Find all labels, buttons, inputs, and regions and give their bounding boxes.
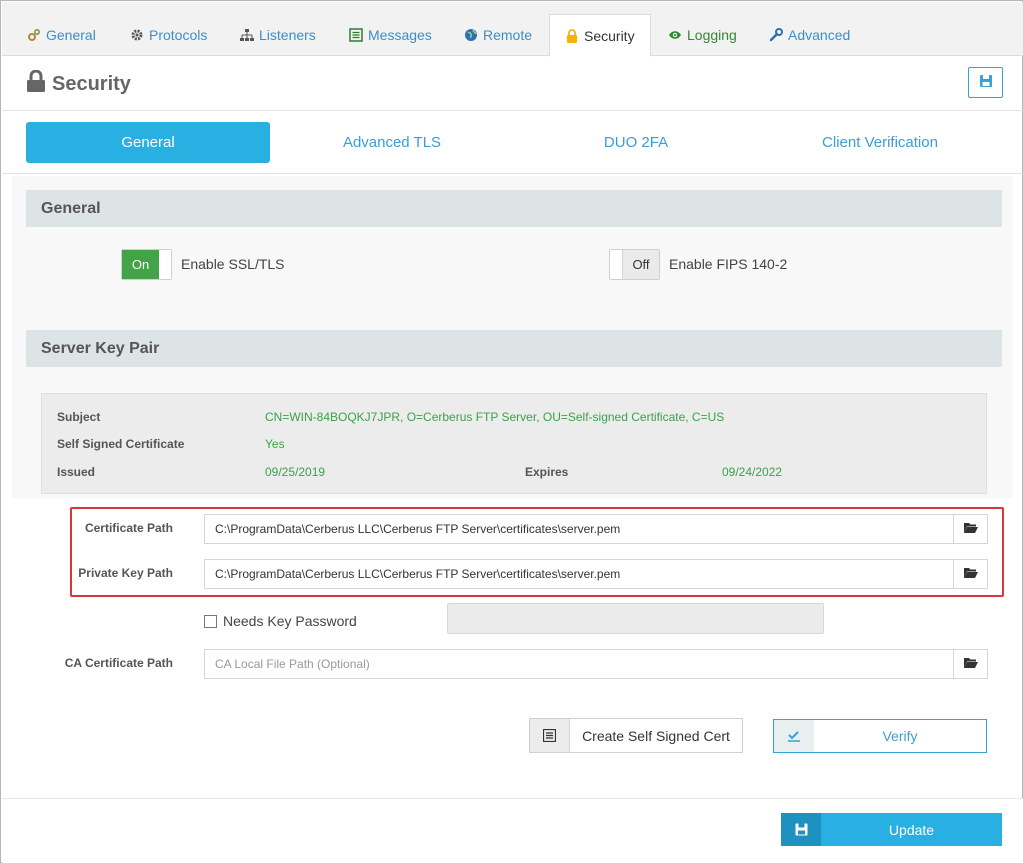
tab-advanced[interactable]: Advanced bbox=[769, 14, 850, 56]
tab-logging[interactable]: Logging bbox=[668, 14, 737, 56]
tab-protocols[interactable]: Protocols bbox=[130, 14, 207, 56]
update-label: Update bbox=[888, 821, 935, 838]
save-button[interactable] bbox=[968, 67, 1003, 98]
ca-path-label: CA Certificate Path bbox=[64, 656, 173, 670]
folder-open-icon bbox=[963, 656, 979, 672]
section-header-key-pair: Server Key Pair bbox=[26, 330, 1002, 367]
toggle-state: On bbox=[122, 250, 159, 279]
tab-label: Listeners bbox=[259, 27, 316, 43]
subtab-duo-2fa[interactable]: DUO 2FA bbox=[514, 122, 758, 163]
subject-value: CN=WIN-84BOQKJ7JPR, O=Cerberus FTP Serve… bbox=[265, 410, 725, 424]
subtab-advanced-tls[interactable]: Advanced TLS bbox=[270, 122, 514, 163]
lock-icon bbox=[26, 69, 46, 95]
list-icon bbox=[530, 719, 570, 752]
needs-password-label: Needs Key Password bbox=[223, 613, 357, 629]
lock-icon bbox=[565, 28, 579, 43]
list-icon bbox=[349, 28, 363, 42]
toggle-state: Off bbox=[623, 250, 659, 279]
tab-general[interactable]: General bbox=[27, 14, 96, 56]
self-signed-label: Self Signed Certificate bbox=[57, 437, 185, 451]
needs-password-checkbox[interactable] bbox=[204, 615, 217, 628]
certificate-info: Subject CN=WIN-84BOQKJ7JPR, O=Cerberus F… bbox=[41, 393, 987, 494]
section-header-general: General bbox=[26, 190, 1002, 227]
gears-icon bbox=[27, 28, 41, 42]
tab-security[interactable]: Security bbox=[549, 14, 651, 57]
create-cert-label: Create Self Signed Cert bbox=[582, 727, 730, 744]
floppy-icon bbox=[781, 813, 821, 846]
expires-value: 09/24/2022 bbox=[722, 465, 783, 479]
settings-content: General On Enable SSL/TLS Off Enable FIP… bbox=[12, 176, 1013, 798]
update-button[interactable]: Update bbox=[781, 813, 1002, 846]
toggle-knob bbox=[610, 250, 623, 279]
ca-path-input[interactable]: CA Local File Path (Optional) bbox=[204, 649, 954, 679]
highlight-box bbox=[70, 507, 1004, 597]
check-icon bbox=[774, 720, 814, 752]
issued-label: Issued bbox=[57, 465, 96, 479]
fips-toggle-label: Enable FIPS 140-2 bbox=[669, 256, 788, 272]
subject-label: Subject bbox=[57, 410, 101, 424]
toggle-knob bbox=[159, 250, 171, 279]
gear-icon bbox=[130, 28, 144, 42]
tab-label: Messages bbox=[368, 27, 432, 43]
create-self-signed-cert-button[interactable]: Create Self Signed Cert bbox=[529, 718, 743, 753]
floppy-icon bbox=[979, 74, 993, 91]
tab-label: Advanced bbox=[788, 27, 851, 43]
tab-messages[interactable]: Messages bbox=[349, 14, 432, 56]
eye-icon bbox=[668, 28, 682, 42]
sub-tab-bar: General Advanced TLS DUO 2FA Client Veri… bbox=[2, 112, 1023, 174]
page-title: Security bbox=[52, 73, 131, 95]
tab-label: Security bbox=[584, 27, 635, 44]
tab-remote[interactable]: Remote bbox=[464, 14, 532, 56]
self-signed-value: Yes bbox=[265, 437, 285, 451]
expires-label: Expires bbox=[525, 465, 569, 479]
subtab-general[interactable]: General bbox=[26, 122, 270, 163]
tab-label: Remote bbox=[483, 27, 533, 43]
settings-window: General Protocols Listeners Messages Rem… bbox=[0, 0, 1023, 863]
top-tab-bar: General Protocols Listeners Messages Rem… bbox=[2, 2, 1023, 57]
tab-listeners[interactable]: Listeners bbox=[240, 14, 316, 56]
sitemap-icon bbox=[240, 28, 254, 42]
tab-label: Logging bbox=[687, 27, 737, 43]
ssl-toggle[interactable]: On bbox=[121, 249, 172, 280]
verify-label: Verify bbox=[882, 728, 918, 744]
key-password-input[interactable] bbox=[447, 603, 824, 634]
issued-value: 09/25/2019 bbox=[265, 465, 326, 479]
verify-button[interactable]: Verify bbox=[773, 719, 987, 753]
tab-label: General bbox=[46, 27, 96, 43]
page-header: Security bbox=[2, 57, 1023, 111]
tab-label: Protocols bbox=[149, 27, 208, 43]
subtab-client-verification[interactable]: Client Verification bbox=[758, 122, 1002, 163]
globe-icon bbox=[464, 28, 478, 42]
wrench-icon bbox=[769, 28, 783, 42]
fips-toggle[interactable]: Off bbox=[609, 249, 660, 280]
ca-path-browse-button[interactable] bbox=[954, 649, 988, 679]
ssl-toggle-label: Enable SSL/TLS bbox=[181, 256, 285, 272]
